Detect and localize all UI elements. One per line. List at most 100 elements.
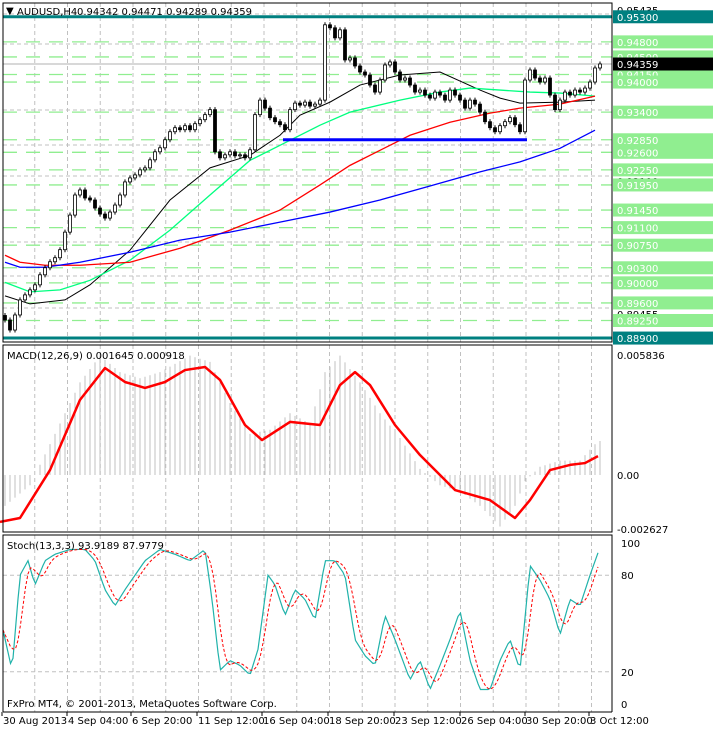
candle [108, 209, 112, 221]
main-price-panel[interactable] [2, 2, 613, 343]
time-axis-label: 26 Sep 04:00 [461, 716, 528, 727]
candle [123, 179, 127, 198]
price-level-label: 0.94800 [613, 35, 713, 49]
bear-candle-body [243, 154, 247, 159]
candle [103, 211, 107, 221]
bull-candle-body [38, 274, 42, 286]
candle [543, 75, 547, 85]
bear-candle-body [3, 315, 7, 321]
candle [333, 25, 337, 41]
time-axis-label: 18 Sep 20:00 [329, 716, 396, 727]
bull-candle-body [318, 99, 322, 105]
price-levels [3, 15, 612, 340]
time-axis-label: 4 Sep 04:00 [68, 716, 128, 727]
candle [508, 115, 512, 125]
candle [133, 172, 137, 181]
bear-candle-body [453, 89, 457, 96]
bear-candle-body [493, 127, 497, 133]
macd-title: MACD(12,26,9) 0.001645 0.000918 [7, 351, 185, 362]
price-level-label: 0.90750 [613, 238, 713, 252]
bull-candle-body [13, 314, 17, 331]
macd-axis-tick-label: 0.005836 [617, 351, 665, 362]
price-axis: 0.954350.927750.921000.901300.894550.948… [613, 6, 713, 345]
bull-candle-body [293, 102, 297, 111]
bull-candle-body [313, 103, 317, 107]
bull-candle-body [288, 109, 292, 131]
bull-candle-body [158, 147, 162, 153]
bull-candle-body [388, 61, 392, 66]
candle [278, 119, 282, 128]
bull-candle-body [238, 154, 242, 157]
candle [528, 67, 532, 83]
candle [158, 145, 162, 155]
bull-candle-body [383, 64, 387, 81]
price-level-label-text: 0.91450 [617, 206, 658, 217]
trading-chart[interactable]: 0.954350.927750.921000.901300.894550.948… [0, 0, 715, 729]
bull-candle-body [203, 114, 207, 121]
candle [533, 67, 537, 81]
collapse-arrow-icon[interactable]: ▼ [6, 6, 14, 17]
bear-candle-body [553, 94, 557, 111]
ma_mid-line [4, 87, 596, 293]
candle [78, 187, 82, 198]
candle [313, 101, 317, 109]
candle [493, 125, 497, 135]
candle [148, 157, 152, 171]
bull-candle-body [193, 123, 197, 131]
stochastic-panel[interactable] [2, 534, 613, 713]
time-axis-label: 16 Sep 04:00 [263, 716, 330, 727]
candle [433, 89, 437, 101]
bear-candle-body [343, 29, 347, 61]
candle [193, 121, 197, 133]
bull-candle-body [173, 127, 177, 133]
bear-candle-body [458, 94, 462, 101]
bear-candle-body [518, 124, 522, 133]
bull-candle-body [418, 89, 422, 93]
current-price-label-text: 0.94359 [617, 60, 658, 71]
candle [383, 62, 387, 83]
bear-candle-body [88, 197, 92, 201]
bear-candle-body [533, 69, 537, 79]
candle [473, 97, 477, 107]
macd-panel[interactable] [2, 344, 613, 533]
candle [558, 97, 562, 113]
candle [153, 149, 157, 163]
bear-candle-body [268, 107, 272, 119]
bear-candle-body [233, 151, 237, 157]
candle [93, 197, 97, 211]
candle [38, 272, 42, 288]
candle [523, 77, 527, 135]
bull-candle-body [503, 121, 507, 127]
bear-candle-body [353, 57, 357, 67]
candle [498, 123, 502, 135]
stoch-main-line [2, 548, 599, 691]
price-level-label-text: 0.94800 [617, 38, 658, 49]
candle [488, 119, 492, 131]
candle [318, 97, 322, 107]
bull-candle-body [348, 57, 352, 61]
price-level-label: 0.91950 [613, 178, 713, 192]
price-level-label: 0.94000 [613, 75, 713, 89]
bull-candle-body [498, 125, 502, 133]
candle [413, 82, 417, 95]
candle [53, 255, 57, 265]
bull-candle-body [563, 91, 567, 101]
candle [83, 187, 87, 201]
candle [358, 63, 362, 75]
bull-candle-body [588, 81, 592, 89]
bear-candle-body [398, 71, 402, 81]
bear-candle-body [98, 207, 102, 215]
bear-candle-body [368, 74, 372, 86]
candle [253, 112, 257, 153]
bull-candle-body [123, 181, 127, 196]
price-level-label: 0.92600 [613, 145, 713, 159]
bull-candle-body [68, 214, 72, 233]
candle [183, 123, 187, 133]
bull-candle-body [133, 174, 137, 179]
bull-candle-body [378, 79, 382, 93]
bull-candle-body [223, 154, 227, 159]
key-level-label: 0.95300 [613, 10, 713, 24]
candle [423, 87, 427, 98]
candle [233, 149, 237, 159]
candle [143, 165, 147, 173]
